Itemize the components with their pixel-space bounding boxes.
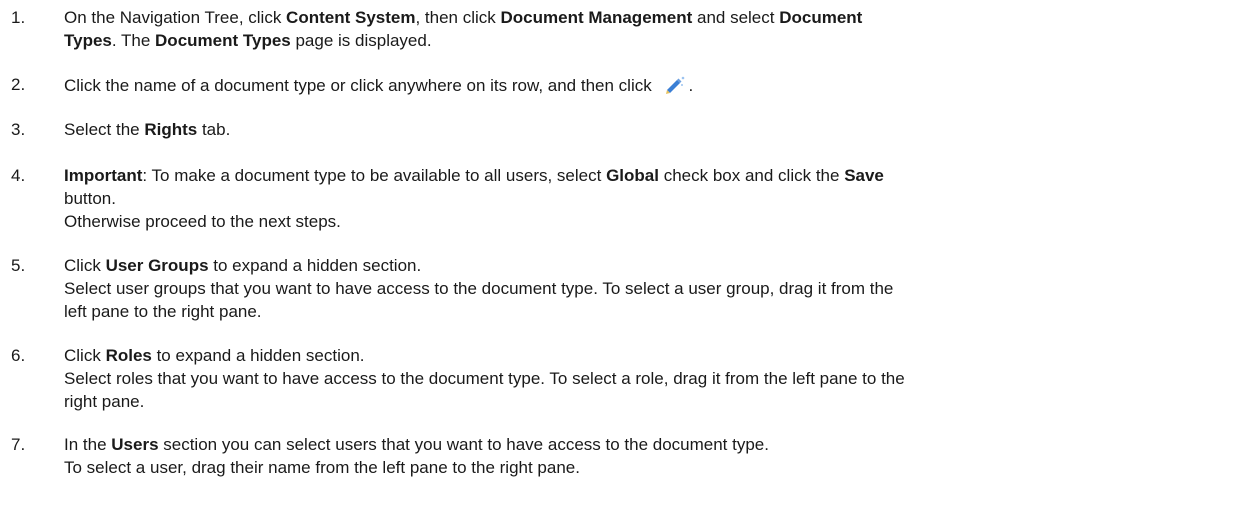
step-line: Select user groups that you want to have… [64,277,1230,300]
text-run: : To make a document type to be availabl… [142,166,607,185]
step-line: button. [64,187,1230,210]
bold-term: Global [606,166,659,185]
bold-term: Document [779,8,863,27]
step-line: On the Navigation Tree, click Content Sy… [64,6,1230,29]
text-run: To select a user, drag their name from t… [64,458,580,477]
step-line: Important: To make a document type to be… [64,164,1230,187]
text-run: Select roles that you want to have acces… [64,369,905,388]
bold-term: Content System [286,8,416,27]
step-line: Click Roles to expand a hidden section. [64,344,1230,367]
step-line: left pane to the right pane. [64,300,1230,323]
text-run: to expand a hidden section. [208,256,422,275]
text-run: , then click [415,8,501,27]
step-number: 1. [11,8,26,27]
bold-term: Roles [105,346,152,365]
bold-term: Users [111,435,159,454]
text-run: . [688,76,694,95]
step-text: Important: To make a document type to be… [64,164,1230,233]
text-run: section you can select users that you wa… [158,435,769,454]
text-run: In the [64,435,112,454]
bold-term: Save [844,166,884,185]
step-text: On the Navigation Tree, click Content Sy… [64,6,1230,52]
text-run: page is displayed. [290,31,432,50]
bold-term: User Groups [105,256,209,275]
text-run: On the Navigation Tree, click [64,8,287,27]
step-number: 3. [11,120,26,139]
text-run: to expand a hidden section. [151,346,365,365]
step-line: right pane. [64,390,1230,413]
step-line: To select a user, drag their name from t… [64,456,1230,479]
bold-term: Document Types [155,31,291,50]
text-run: Click the name of a document type or cli… [64,76,657,95]
bold-term: Types [64,31,112,50]
text-run: . The [111,31,156,50]
step-line: Click the name of a document type or cli… [64,73,1230,97]
step-line: In the Users section you can select user… [64,433,1230,456]
step-text: Click the name of a document type or cli… [64,73,1230,97]
text-run: Select the [64,120,145,139]
edit-pencil-icon [660,73,688,97]
text-run: Click [64,346,106,365]
text-run: left pane to the right pane. [64,302,262,321]
step-line: Select the Rights tab. [64,118,1230,141]
text-run: Otherwise proceed to the next steps. [64,212,341,231]
step-line: Types. The Document Types page is displa… [64,29,1230,52]
text-run: button. [64,189,116,208]
text-run: Click [64,256,106,275]
step-number: 5. [11,256,26,275]
step-number: 4. [11,166,26,185]
text-run: Select user groups that you want to have… [64,279,894,298]
text-run: check box and click the [658,166,845,185]
text-run: and select [692,8,780,27]
step-text: Select the Rights tab. [64,118,1230,141]
text-run: right pane. [64,392,145,411]
bold-term: Document Management [500,8,693,27]
instruction-steps: 1. On the Navigation Tree, click Content … [0,0,1252,527]
step-line: Click User Groups to expand a hidden sec… [64,254,1230,277]
bold-term: Important [64,166,143,185]
step-text: Click User Groups to expand a hidden sec… [64,254,1230,323]
step-number: 7. [11,435,26,454]
step-number: 6. [11,346,26,365]
step-text: Click Roles to expand a hidden section. S… [64,344,1230,413]
step-number: 2. [11,75,26,94]
step-line: Otherwise proceed to the next steps. [64,210,1230,233]
step-text: In the Users section you can select user… [64,433,1230,479]
text-run: tab. [197,120,231,139]
step-line: Select roles that you want to have acces… [64,367,1230,390]
bold-term: Rights [144,120,198,139]
